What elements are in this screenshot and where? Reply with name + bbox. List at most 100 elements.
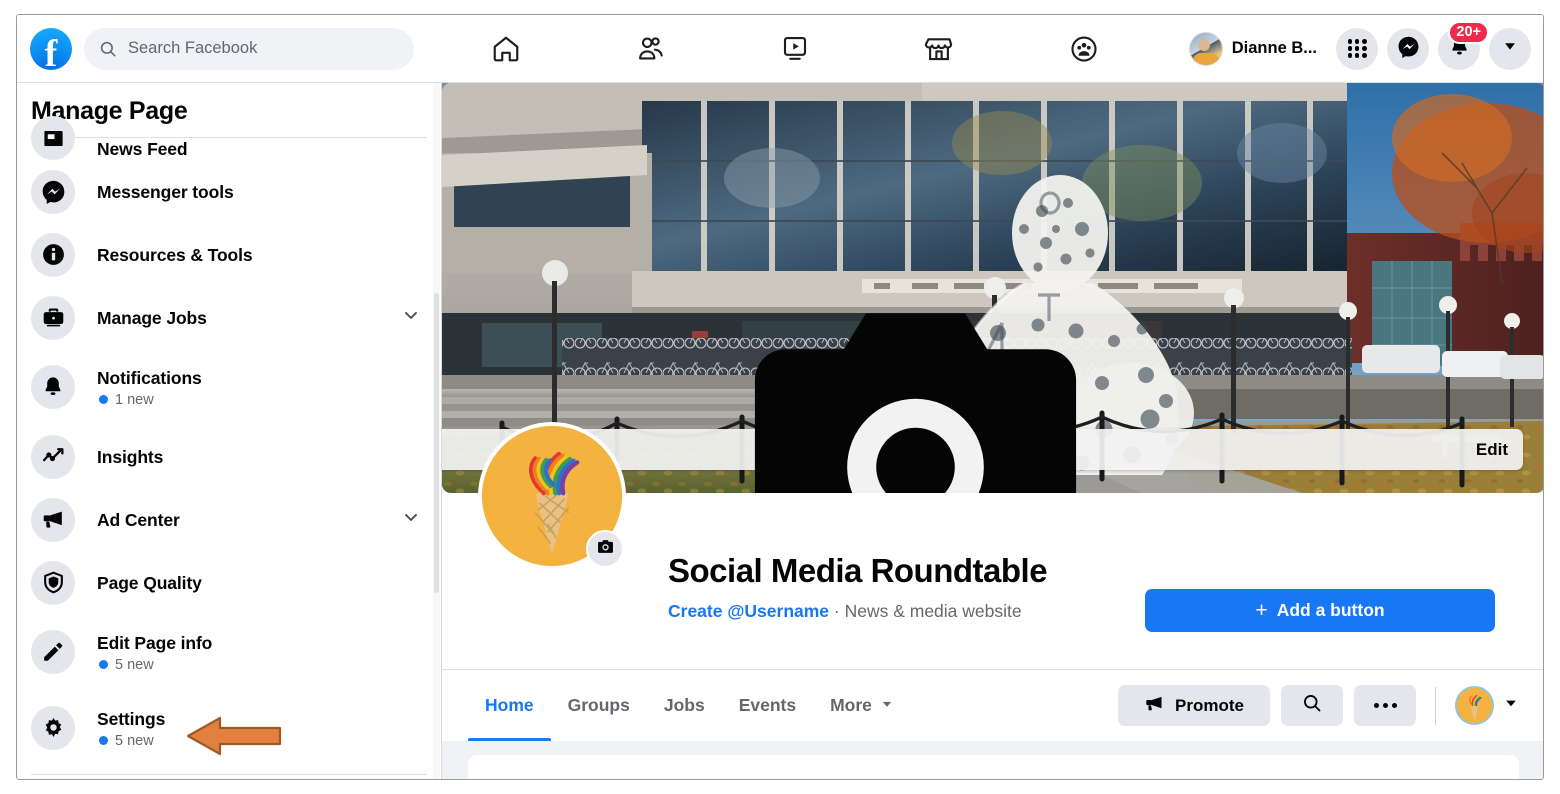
sidebar-item-label: Notifications — [97, 367, 202, 388]
more-options-button[interactable] — [1354, 685, 1416, 726]
sidebar-item-badge: 5 new — [97, 733, 427, 749]
sidebar-item-ad-center[interactable]: Ad Center — [17, 488, 441, 551]
ellipsis-icon — [1373, 703, 1397, 708]
messenger-button[interactable] — [1387, 27, 1429, 70]
header-actions: Dianne B... 20+ — [1186, 20, 1543, 70]
pencil-icon — [31, 630, 75, 674]
facebook-logo-icon[interactable] — [30, 27, 72, 75]
promote-label: Promote — [1175, 695, 1244, 715]
sidebar-item-list: News Feed Messenger tools Resources & To… — [17, 116, 441, 775]
tab-label: More — [830, 695, 872, 715]
page-identity-row: Social Media Roundtable Create @Username… — [442, 422, 1543, 669]
sidebar-item-label: Ad Center — [97, 509, 180, 530]
sidebar-scrollbar[interactable] — [433, 83, 440, 779]
search-input[interactable]: Search Facebook — [84, 27, 414, 70]
promote-button[interactable]: Promote — [1118, 685, 1270, 726]
info-icon — [31, 232, 75, 277]
account-menu-button[interactable] — [1489, 27, 1531, 70]
notification-badge: 20+ — [1448, 20, 1489, 44]
sidebar-item-badge: 5 new — [97, 657, 427, 673]
search-icon — [99, 40, 117, 58]
notifications-button[interactable]: 20+ — [1438, 20, 1489, 70]
nav-marketplace[interactable] — [894, 24, 984, 74]
tab-events[interactable]: Events — [722, 670, 813, 741]
sidebar-item-badge-text: 5 new — [115, 732, 154, 749]
global-header: Search Facebook — [17, 15, 1543, 83]
profile-chip[interactable]: Dianne B... — [1186, 29, 1327, 69]
messenger-icon — [1397, 35, 1420, 63]
page-content-area — [442, 741, 1543, 779]
divider — [1435, 686, 1436, 725]
sidebar-item-insights[interactable]: Insights — [17, 425, 441, 488]
sidebar-item-label: Insights — [97, 446, 164, 467]
edit-cover-label: Edit — [1475, 439, 1508, 459]
chevron-down-icon[interactable] — [401, 507, 427, 532]
camera-icon — [596, 537, 615, 561]
page-avatar — [1455, 686, 1494, 725]
sidebar-item-settings[interactable]: Settings 5 new — [17, 690, 441, 766]
sidebar-item-messenger-tools[interactable]: Messenger tools — [17, 160, 441, 223]
grid-menu-icon — [1347, 39, 1367, 59]
search-placeholder: Search Facebook — [128, 39, 258, 57]
nav-watch[interactable] — [750, 24, 840, 74]
page-tab-bar: Home Groups Jobs Events More Promote — [442, 669, 1543, 741]
profile-name: Dianne B... — [1231, 39, 1317, 57]
manage-page-sidebar: Manage Page News Feed Messenger tools Re… — [17, 83, 442, 779]
bell-icon — [31, 365, 75, 409]
briefcase-icon — [31, 295, 75, 340]
shield-icon — [31, 560, 75, 605]
menu-button[interactable] — [1336, 27, 1378, 70]
megaphone-icon — [1144, 693, 1165, 719]
sidebar-item-resources-tools[interactable]: Resources & Tools — [17, 223, 441, 286]
sidebar-item-manage-jobs[interactable]: Manage Jobs — [17, 286, 441, 349]
page-tab-actions: Promote — [1118, 685, 1519, 726]
nav-groups[interactable] — [1039, 24, 1129, 74]
add-a-button-button[interactable]: + Add a button — [1145, 589, 1495, 632]
browser-window: Search Facebook — [16, 14, 1544, 780]
sidebar-item-news-feed[interactable]: News Feed — [17, 116, 441, 160]
sidebar-item-badge: 1 new — [97, 392, 427, 408]
chevron-down-icon[interactable] — [401, 305, 427, 330]
news-feed-icon — [31, 116, 75, 160]
nav-friends[interactable] — [606, 24, 696, 74]
page-main-column: Edit Social Media Roundtable Create @Use… — [442, 83, 1543, 779]
meta-separator: · — [829, 601, 845, 621]
tab-groups[interactable]: Groups — [551, 670, 647, 741]
create-username-link[interactable]: Create @Username — [668, 601, 829, 621]
megaphone-icon — [31, 497, 75, 542]
sidebar-item-label: Manage Jobs — [97, 307, 207, 328]
sidebar-item-notifications[interactable]: Notifications 1 new — [17, 349, 441, 425]
sidebar-item-page-quality[interactable]: Page Quality — [17, 551, 441, 614]
sidebar-item-label: Edit Page info — [97, 632, 213, 653]
insights-chart-icon — [31, 434, 75, 479]
nav-home[interactable] — [461, 24, 551, 74]
tab-label: Jobs — [663, 695, 705, 715]
search-icon — [1302, 693, 1322, 718]
tab-home[interactable]: Home — [468, 670, 551, 741]
tab-label: Groups — [567, 695, 630, 715]
page-meta: Create @Username · News & media website — [668, 601, 1022, 622]
page-tabs: Home Groups Jobs Events More — [468, 670, 911, 741]
chevron-down-icon — [880, 695, 894, 716]
plus-icon: + — [1255, 599, 1268, 622]
sidebar-item-label: News Feed — [97, 139, 188, 159]
sidebar-item-badge-text: 1 new — [115, 391, 154, 408]
search-page-button[interactable] — [1281, 685, 1343, 726]
page-switcher[interactable] — [1455, 686, 1519, 725]
profile-picture[interactable] — [478, 422, 626, 570]
messenger-icon — [31, 169, 75, 214]
divider — [31, 774, 427, 775]
new-dot-icon — [99, 736, 108, 745]
page-name: Social Media Roundtable — [668, 552, 1048, 589]
avatar — [1188, 31, 1223, 66]
new-dot-icon — [99, 395, 108, 404]
add-a-button-label: Add a button — [1276, 600, 1385, 620]
tab-more[interactable]: More — [813, 670, 911, 741]
tab-label: Events — [738, 695, 797, 715]
primary-nav — [414, 15, 1186, 82]
tab-jobs[interactable]: Jobs — [647, 670, 722, 741]
edit-profile-picture-button[interactable] — [586, 530, 624, 568]
content-card — [468, 755, 1519, 779]
sidebar-item-edit-page-info[interactable]: Edit Page info 5 new — [17, 614, 441, 690]
sidebar-item-label: Messenger tools — [97, 181, 234, 202]
